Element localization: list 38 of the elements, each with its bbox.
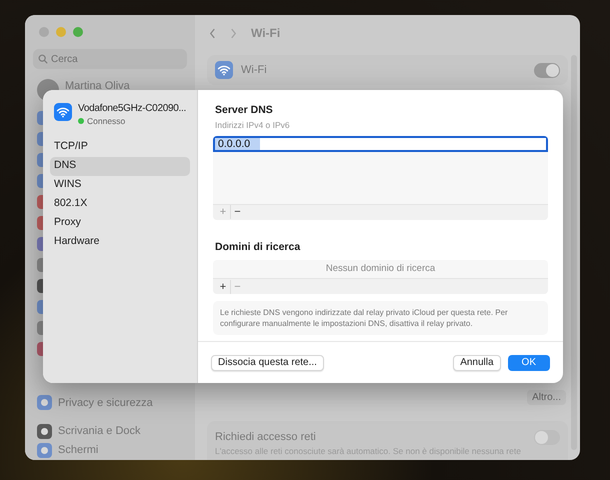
remove-button[interactable]: − [230,205,244,219]
toggle-switch[interactable] [534,62,560,78]
add-button[interactable]: + [216,280,230,294]
settings-icon [37,395,52,410]
section-subtitle: Indirizzi IPv4 o IPv6 [215,118,291,132]
dialog-button[interactable]: Dissocia questa rete... [211,354,324,370]
setting-label: Richiedi accesso reti [215,430,317,445]
search-icon [38,54,48,64]
sidebar-tab[interactable]: TCP/IP [50,138,190,157]
sidebar-tab[interactable]: WINS [50,176,190,195]
window-title: Wi-Fi [251,25,280,42]
minimize-button[interactable] [56,27,66,37]
back-icon[interactable] [209,28,216,38]
wifi-label: Wi-Fi [241,62,268,78]
connection-status: Connesso [87,115,126,128]
network-name: Vodafone5GHz-C02090... [78,103,186,115]
wifi-icon [215,61,233,79]
close-button[interactable] [39,27,49,37]
sidebar-tab[interactable]: DNS [50,156,190,176]
section-title: Domini di ricerca [215,240,302,254]
empty-list-message: Nessun dominio di ricerca [324,262,436,276]
forward-icon[interactable] [230,28,237,38]
sidebar-tab[interactable]: Proxy [50,214,190,233]
sidebar-tab[interactable]: 802.1X [50,194,190,214]
section-title: Server DNS [215,103,274,118]
dialog-button[interactable]: OK [508,354,550,370]
toggle-switch[interactable] [534,430,560,445]
dialog-button[interactable]: Annulla [453,354,501,370]
info-note: Le richieste DNS vengono indirizzate dal relay privato iCloud per questa rete. Per configurare manualmente le impostazioni DNS, disattiva il relay privato. [213,301,548,336]
sidebar-tab[interactable]: Hardware [50,232,190,252]
settings-icon [37,443,52,458]
zoom-button[interactable] [73,27,83,37]
wifi-icon [54,103,72,121]
search-field[interactable]: Cerca [33,49,187,69]
user-name: Martina Oliva [65,78,130,94]
scrollbar[interactable] [571,55,577,450]
settings-icon [37,424,52,440]
dns-server-field[interactable]: 0.0.0.0 [213,136,548,152]
